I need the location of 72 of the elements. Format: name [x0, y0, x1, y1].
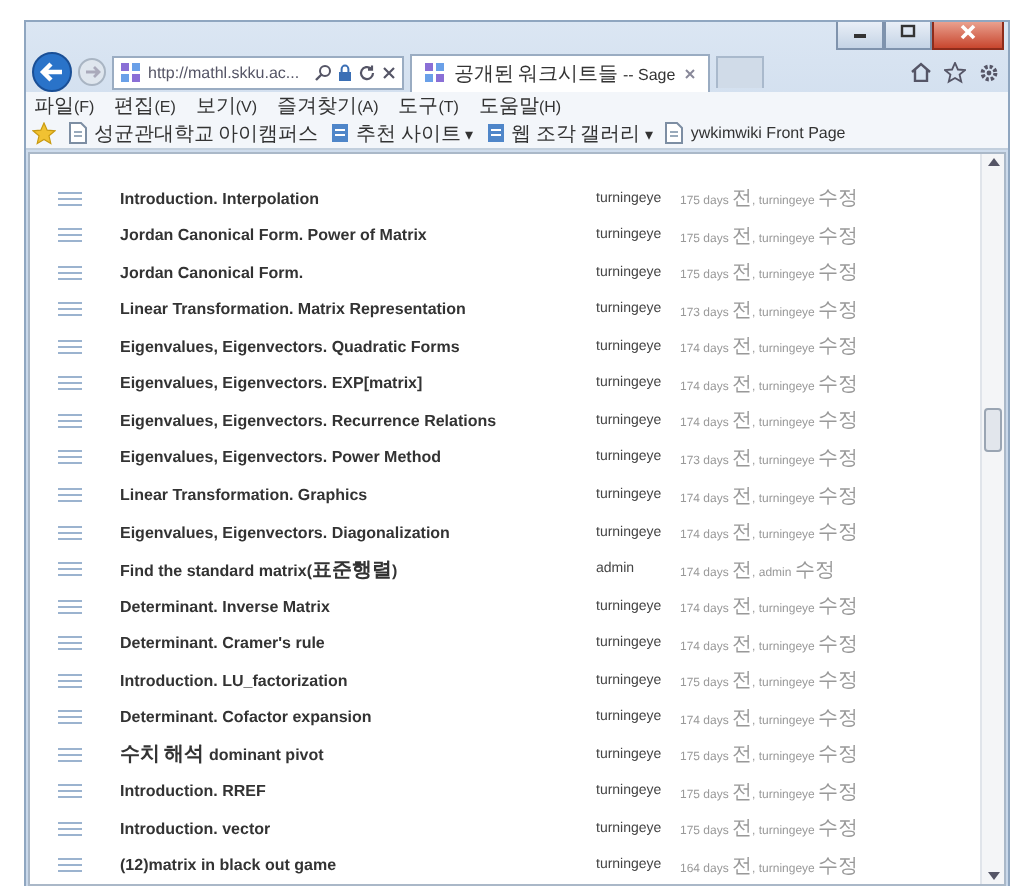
worksheet-icon: [58, 302, 82, 317]
worksheet-link[interactable]: Eigenvalues, Eigenvectors. Recurrence Relations: [120, 411, 596, 430]
scroll-up-icon[interactable]: [987, 158, 999, 166]
worksheet-link[interactable]: Eigenvalues, Eigenvectors. EXP[matrix]: [120, 374, 596, 393]
close-icon: [958, 22, 978, 42]
worksheet-link[interactable]: Determinant. Cramer's rule: [120, 634, 596, 653]
star-icon[interactable]: [32, 121, 56, 145]
worksheet-link[interactable]: Linear Transformation. Graphics: [120, 486, 596, 505]
lock-icon: [338, 63, 352, 81]
worksheet-link[interactable]: (12)matrix in black out game: [120, 856, 596, 875]
worksheet-link[interactable]: 수치 해석 dominant pivot: [120, 740, 596, 769]
minimize-button[interactable]: [836, 22, 884, 50]
favorite-link[interactable]: ywkimwiki Front Page: [664, 122, 846, 144]
address-text: http://mathl.skku.ac...: [148, 63, 302, 81]
worksheet-link[interactable]: Eigenvalues, Eigenvectors. Diagonalization: [120, 523, 596, 542]
address-field[interactable]: http://mathl.skku.ac...: [112, 55, 404, 89]
scroll-thumb[interactable]: [984, 407, 1002, 451]
worksheet-icon: [58, 376, 82, 391]
worksheet-icon: [58, 228, 82, 243]
worksheet-icon: [58, 858, 82, 873]
menu-item[interactable]: 도움말(H): [478, 91, 562, 119]
favorites-dropdown[interactable]: 웹 조각 갤러리 ▾: [485, 119, 653, 147]
worksheet-link[interactable]: Introduction. vector: [120, 819, 596, 838]
worksheet-icon: [58, 450, 82, 465]
search-icon[interactable]: [314, 63, 332, 81]
home-icon[interactable]: [910, 62, 932, 82]
worksheet-link[interactable]: Find the standard matrix(표준행렬): [120, 555, 596, 584]
scroll-down-icon[interactable]: [987, 872, 999, 880]
worksheet-link[interactable]: Determinant. Inverse Matrix: [120, 597, 596, 616]
browser-tab[interactable]: 공개된 워크시트들 -- Sage: [410, 53, 710, 91]
close-icon[interactable]: [683, 67, 696, 79]
scrollbar[interactable]: [980, 154, 1004, 884]
worksheet-link[interactable]: Jordan Canonical Form. Power of Matrix: [120, 226, 596, 245]
worksheet-icon: [58, 339, 82, 354]
worksheet-link[interactable]: Eigenvalues, Eigenvectors. Power Method: [120, 448, 596, 467]
worksheet-icon: [58, 488, 82, 503]
worksheet-link[interactable]: Introduction. RREF: [120, 782, 596, 801]
menu-item[interactable]: 파일(F): [34, 91, 95, 119]
worksheet-icon: [58, 191, 82, 206]
site-icon: [120, 61, 142, 83]
menu-item[interactable]: 도구(T): [398, 91, 459, 119]
worksheet-icon: [58, 636, 82, 651]
worksheet-icon: [58, 747, 82, 762]
worksheet-icon: [58, 562, 82, 577]
close-icon[interactable]: [382, 65, 396, 79]
favorites-dropdown[interactable]: 추천 사이트 ▾: [330, 119, 474, 147]
favorite-link[interactable]: 성균관대학교 아이캠퍼스: [68, 119, 319, 147]
maximize-button[interactable]: [884, 22, 932, 50]
worksheet-link[interactable]: Determinant. Cofactor expansion: [120, 708, 596, 727]
worksheet-icon: [58, 710, 82, 725]
worksheet-icon: [58, 673, 82, 688]
refresh-icon[interactable]: [358, 63, 376, 81]
site-icon: [424, 62, 446, 84]
star-icon[interactable]: [944, 61, 966, 83]
close-button[interactable]: [932, 22, 1004, 50]
worksheet-link[interactable]: Eigenvalues, Eigenvectors. Quadratic Forms: [120, 337, 596, 356]
menu-item[interactable]: 즐겨찾기(A): [277, 91, 379, 119]
menu-item[interactable]: 편집(E): [114, 91, 176, 119]
worksheet-icon: [58, 525, 82, 540]
worksheet-icon: [58, 413, 82, 428]
back-icon[interactable]: [32, 52, 72, 92]
worksheet-icon: [58, 265, 82, 280]
worksheet-icon: [58, 784, 82, 799]
worksheet-icon: [58, 821, 82, 836]
maximize-icon: [898, 22, 918, 42]
worksheet-link[interactable]: Introduction. LU_factorization: [120, 671, 596, 690]
worksheet-icon: [58, 599, 82, 614]
worksheet-link[interactable]: Jordan Canonical Form.: [120, 263, 596, 282]
settings-icon[interactable]: [978, 61, 1000, 83]
menu-item[interactable]: 보기(V): [195, 91, 258, 119]
worksheet-link[interactable]: Introduction. Interpolation: [120, 189, 596, 208]
worksheet-link[interactable]: Linear Transformation. Matrix Representation: [120, 300, 596, 319]
